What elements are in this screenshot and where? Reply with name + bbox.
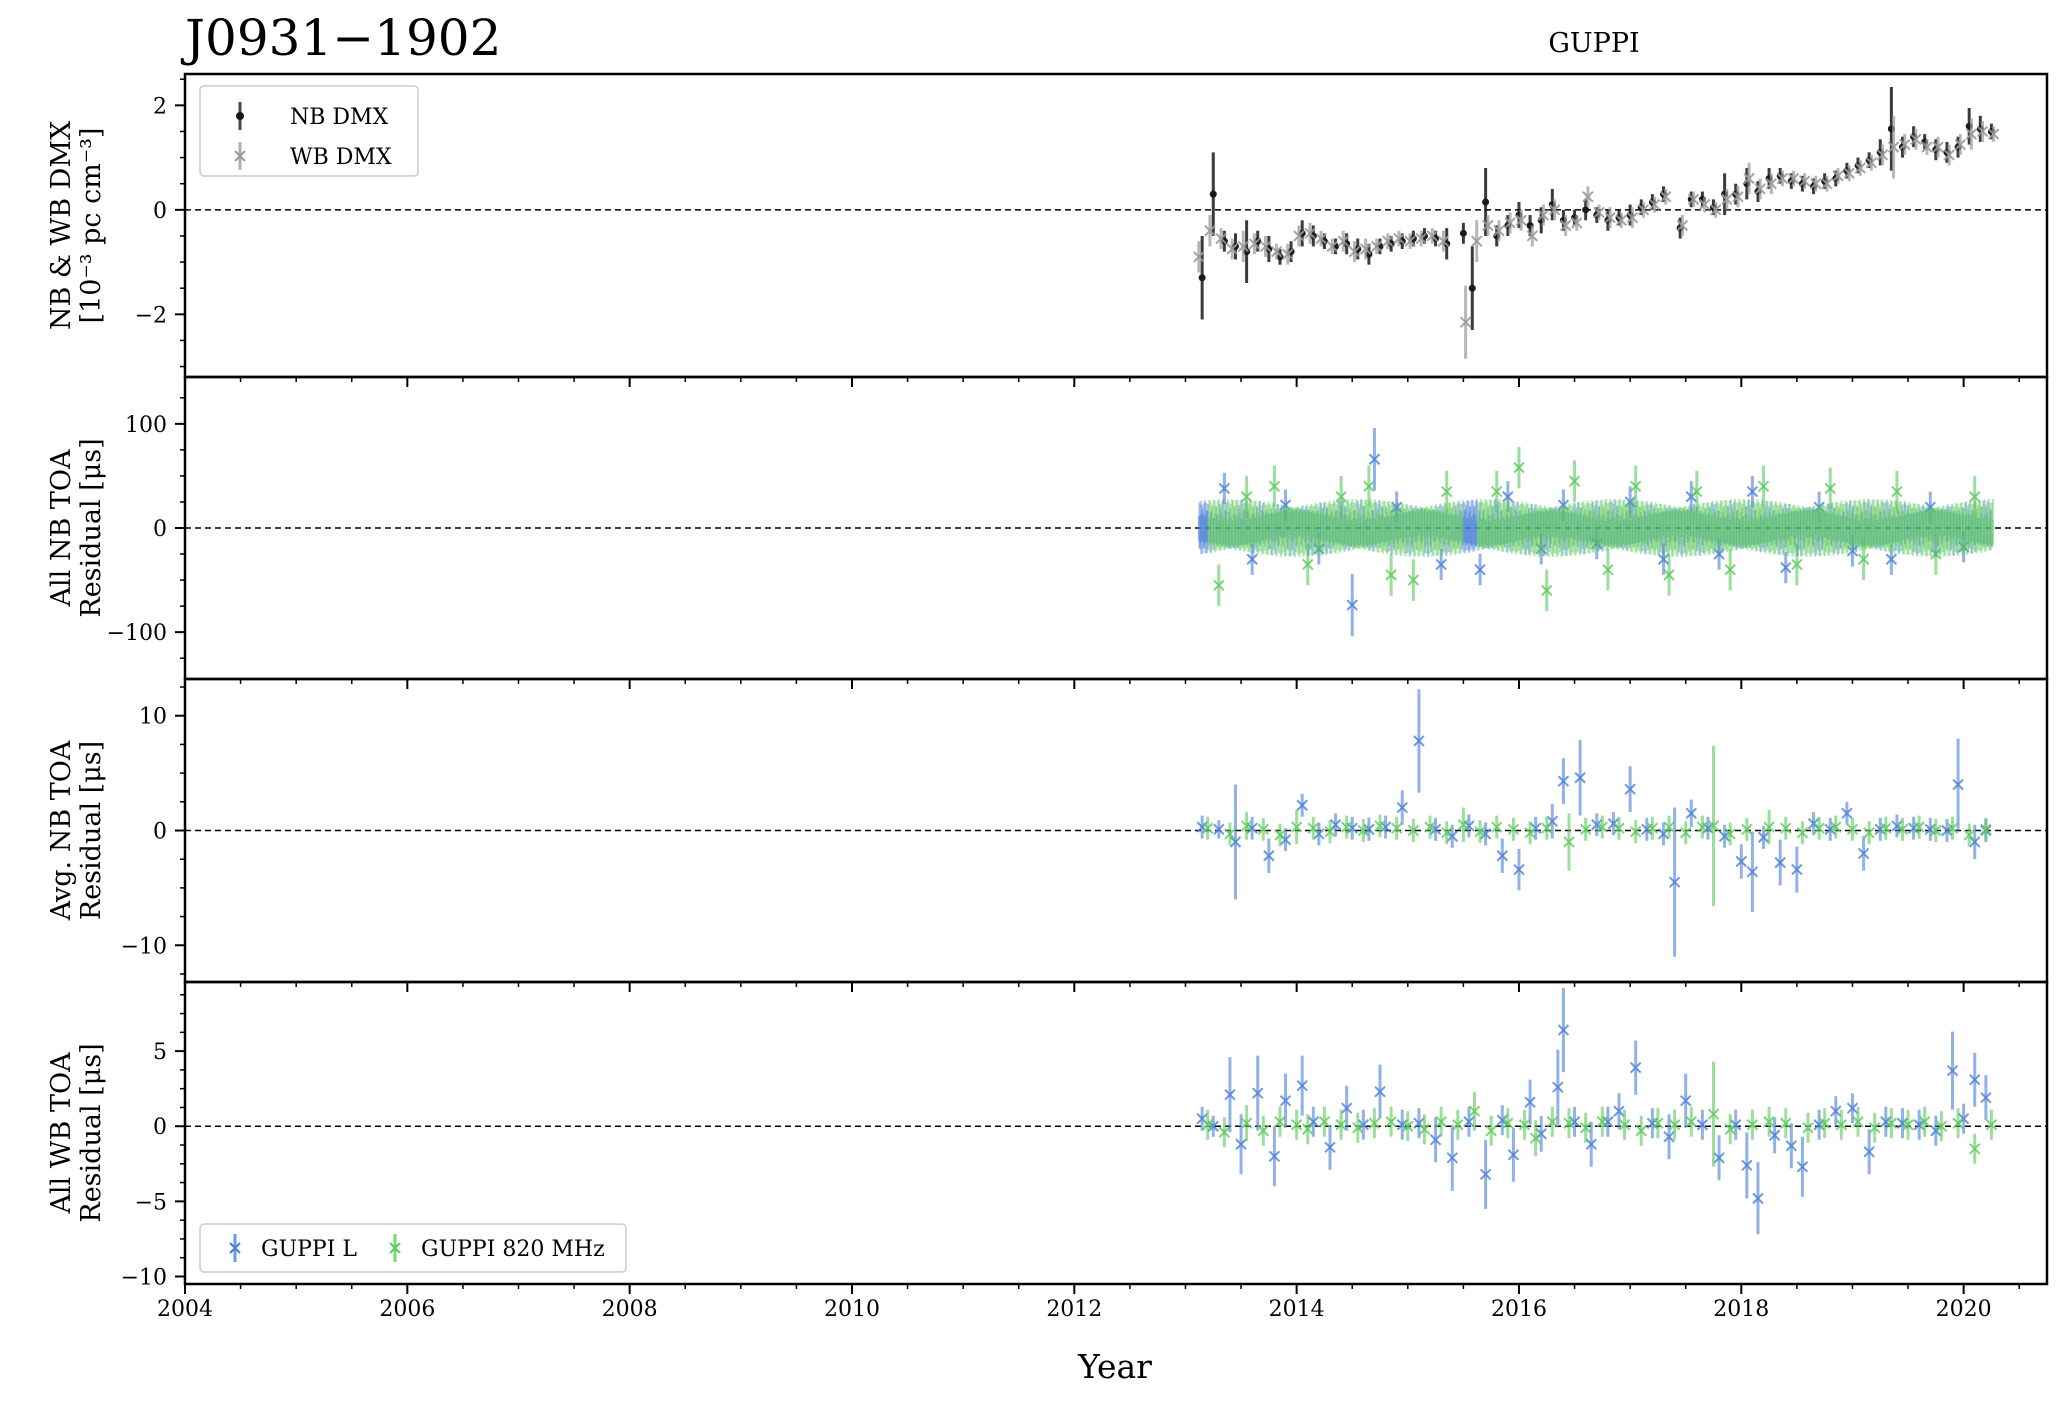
figure: J0931−1902 GUPPI 2 0 −2 NB & WB DMX [10⁻³ pc… [0,0,2065,1404]
data-point [1482,198,1490,206]
data-point [1459,229,1467,237]
y-axis-label: All NB TOA Residual [μs] [46,438,107,617]
x-tick-label: 2018 [1713,1297,1769,1322]
x-tick-label: 2006 [379,1297,435,1322]
figure-title: J0931−1902 [180,9,501,67]
y-axis-label-line2: Residual [μs] [76,1043,107,1222]
figure-background [0,0,2065,1404]
y-axis-label-line1: All NB TOA [46,449,77,608]
x-tick-label: 2004 [157,1297,213,1322]
y-axis-label: NB & WB DMX [10⁻³ pc cm⁻³] [46,120,107,330]
x-tick-label: 2010 [824,1297,880,1322]
data-point [1582,206,1590,214]
legend-entry: WB DMX [290,145,392,170]
y-tick-label: 100 [125,413,167,438]
y-axis-label: Avg. NB TOA Residual [μs] [46,740,107,921]
x-axis: 2004 2006 2008 2010 2012 2014 2016 2018 2020 [157,1297,1992,1322]
backend-label: GUPPI [1548,28,1639,59]
legend-entry: GUPPI L [261,1237,357,1262]
y-tick-label: 0 [153,820,167,845]
y-axis-label-line1: Avg. NB TOA [46,740,77,921]
y-tick-label: −10 [121,934,167,959]
x-axis-label: Year [1077,1347,1152,1386]
y-axis-label-line1: All WB TOA [46,1052,77,1215]
y-tick-label: 0 [153,517,167,542]
y-axis-label-line2: [10⁻³ pc cm⁻³] [76,128,107,324]
y-tick-label: 0 [153,1115,167,1140]
y-axis-label-line1: NB & WB DMX [46,120,77,330]
data-point [1198,274,1206,282]
y-axis-label-line2: Residual [μs] [76,438,107,617]
data-point [1209,190,1217,198]
x-tick-label: 2012 [1046,1297,1102,1322]
x-tick-label: 2020 [1936,1297,1992,1322]
data-point [1468,284,1476,292]
y-axis-label: All WB TOA Residual [μs] [46,1043,107,1222]
y-axis-label-line2: Residual [μs] [76,741,107,920]
y-tick-label: −2 [135,303,167,328]
x-tick-label: 2016 [1491,1297,1547,1322]
x-tick-label: 2014 [1269,1297,1325,1322]
y-tick-label: 2 [153,94,167,119]
y-tick-label: −10 [121,1265,167,1290]
y-tick-label: −5 [135,1190,167,1215]
legend-entry: NB DMX [290,105,389,130]
y-tick-label: −100 [107,621,167,646]
y-tick-label: 5 [153,1040,167,1065]
y-tick-label: 0 [153,199,167,224]
y-tick-label: 10 [139,705,167,730]
x-tick-label: 2008 [602,1297,658,1322]
legend-marker [236,112,244,120]
legend-entry: GUPPI 820 MHz [421,1237,605,1262]
